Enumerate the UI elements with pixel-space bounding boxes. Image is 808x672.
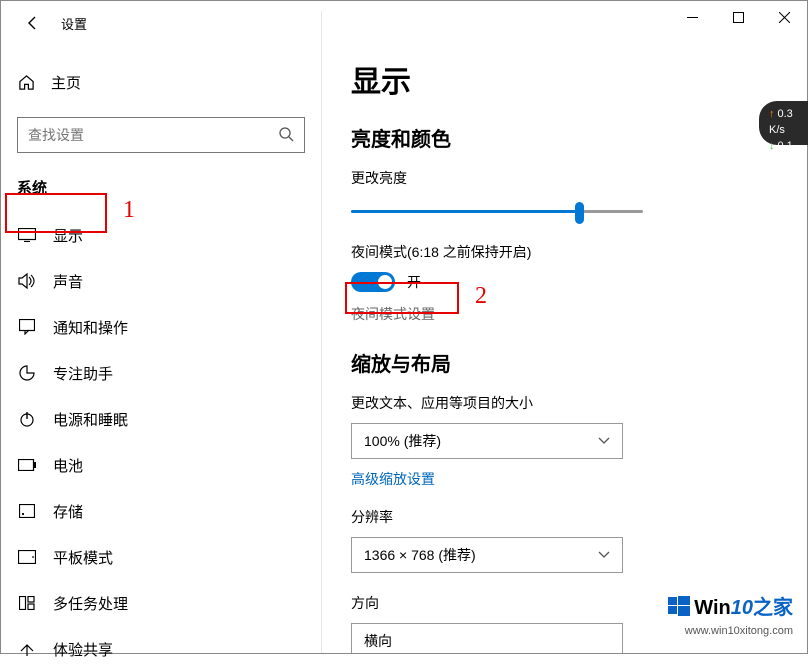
brightness-label: 更改亮度: [351, 168, 777, 188]
brightness-slider[interactable]: [351, 198, 643, 226]
category-heading: 系统: [1, 177, 321, 198]
notification-icon: [17, 319, 37, 335]
chevron-down-icon: [598, 551, 610, 559]
scale-value: 100% (推荐): [364, 431, 441, 451]
sidebar-item-share[interactable]: 体验共享: [1, 626, 321, 672]
scale-dropdown[interactable]: 100% (推荐): [351, 423, 623, 459]
toggle-state-text: 开: [407, 272, 421, 292]
sidebar-item-notifications[interactable]: 通知和操作: [1, 304, 321, 350]
sidebar-item-label: 电源和睡眠: [53, 409, 128, 430]
download-speed: 0.1: [778, 140, 793, 152]
sidebar-item-label: 多任务处理: [53, 593, 128, 614]
minimize-button[interactable]: [669, 1, 715, 33]
power-icon: [17, 411, 37, 427]
focus-icon: [17, 365, 37, 381]
resolution-dropdown[interactable]: 1366 × 768 (推荐): [351, 537, 623, 573]
watermark: Win10之家 www.win10xitong.com: [668, 591, 793, 637]
resolution-label: 分辨率: [351, 507, 777, 527]
upload-speed: 0.3: [778, 108, 793, 120]
sidebar-item-sound[interactable]: 声音: [1, 258, 321, 304]
slider-thumb[interactable]: [575, 202, 584, 224]
content-area: 显示 亮度和颜色 更改亮度 夜间模式(6:18 之前保持开启) 开 夜间模式设置…: [321, 45, 807, 653]
window-controls: [669, 1, 807, 33]
storage-icon: [17, 504, 37, 518]
sidebar-item-label: 显示: [53, 225, 83, 246]
tablet-icon: [17, 550, 37, 564]
night-light-label: 夜间模式(6:18 之前保持开启): [351, 242, 777, 262]
sound-icon: [17, 273, 37, 289]
multitask-icon: [17, 596, 37, 610]
section-brightness-color: 亮度和颜色: [351, 123, 777, 152]
sidebar-item-label: 声音: [53, 271, 83, 292]
close-button[interactable]: [761, 1, 807, 33]
search-input[interactable]: [28, 127, 278, 143]
chevron-down-icon: [598, 437, 610, 445]
sidebar-item-power[interactable]: 电源和睡眠: [1, 396, 321, 442]
sidebar-item-label: 通知和操作: [53, 317, 128, 338]
share-icon: [17, 641, 37, 657]
upload-arrow-icon: ↑: [769, 108, 775, 120]
home-link[interactable]: 主页: [1, 65, 321, 99]
window-title: 设置: [61, 14, 87, 33]
sidebar-item-label: 专注助手: [53, 363, 113, 384]
sidebar-item-storage[interactable]: 存储: [1, 488, 321, 534]
sidebar-item-multitask[interactable]: 多任务处理: [1, 580, 321, 626]
download-arrow-icon: ↓: [769, 140, 775, 152]
battery-icon: [17, 459, 37, 471]
display-icon: [17, 228, 37, 242]
sidebar-item-tablet[interactable]: 平板模式: [1, 534, 321, 580]
back-button[interactable]: [17, 7, 49, 39]
night-light-settings-link[interactable]: 夜间模式设置: [351, 304, 777, 324]
network-speed-overlay: ↑0.3 K/s ↓0.1 K/s: [759, 101, 808, 145]
sidebar-item-label: 体验共享: [53, 639, 113, 660]
slider-fill: [351, 210, 579, 213]
home-icon: [17, 74, 35, 91]
sidebar-item-label: 存储: [53, 501, 83, 522]
search-icon: [278, 126, 294, 145]
advanced-scale-link[interactable]: 高级缩放设置: [351, 469, 777, 489]
scale-label: 更改文本、应用等项目的大小: [351, 393, 777, 413]
sidebar-item-display[interactable]: 显示: [1, 212, 321, 258]
watermark-url: www.win10xitong.com: [668, 625, 793, 637]
orientation-value: 横向: [364, 631, 392, 651]
home-label: 主页: [51, 72, 81, 93]
orientation-dropdown[interactable]: 横向: [351, 623, 623, 653]
windows-logo-icon: [668, 595, 690, 623]
search-input-wrap[interactable]: [17, 117, 305, 153]
sidebar: 主页 系统 显示 声音 通知和操作 专注助手 电源和睡眠: [1, 45, 321, 653]
sidebar-item-focus[interactable]: 专注助手: [1, 350, 321, 396]
sidebar-item-label: 电池: [53, 455, 83, 476]
night-light-toggle[interactable]: [351, 272, 395, 292]
resolution-value: 1366 × 768 (推荐): [364, 545, 476, 565]
page-title: 显示: [351, 57, 777, 101]
sidebar-item-label: 平板模式: [53, 547, 113, 568]
section-scale-layout: 缩放与布局: [351, 348, 777, 377]
sidebar-item-battery[interactable]: 电池: [1, 442, 321, 488]
maximize-button[interactable]: [715, 1, 761, 33]
